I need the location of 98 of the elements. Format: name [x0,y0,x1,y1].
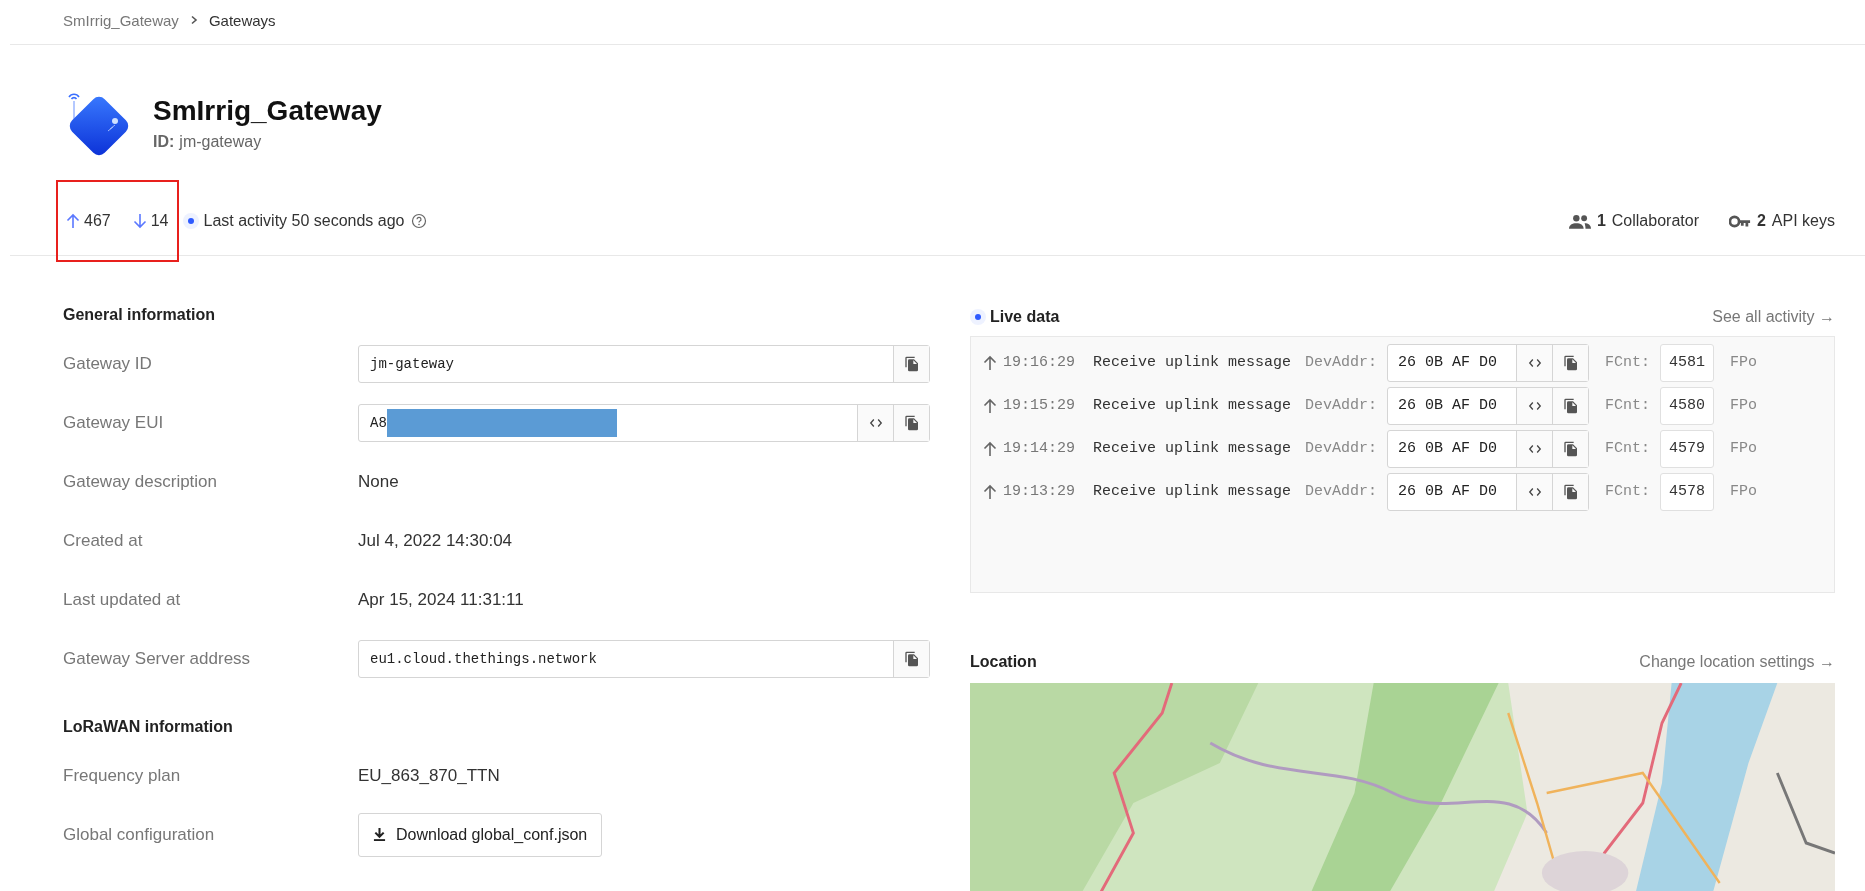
copy-button[interactable] [1552,473,1589,510]
field-label: Gateway Server address [63,648,252,669]
toggle-format-button[interactable] [1516,430,1553,467]
fport-label: FPo [1730,440,1758,457]
devaddr-label: DevAddr: [1305,354,1378,371]
field-value: jm-gateway [369,355,454,372]
see-all-activity-link[interactable]: See all activity → [1712,308,1835,326]
toggle-format-button[interactable] [1516,344,1553,381]
devaddr-field[interactable]: 26 0B AF D0 [1387,343,1590,382]
event-message: Receive uplink message [1093,483,1292,500]
section-heading: General information [63,306,217,324]
copyable-field[interactable]: eu1.cloud.thethings.network [358,639,930,678]
copy-button[interactable] [893,640,929,677]
section-heading: Live data [990,308,1060,326]
copy-icon [903,414,920,431]
api-keys-link[interactable]: 2 API keys [1728,212,1835,230]
arrow-up-icon [983,440,997,457]
event-time: 19:13:29 [1003,483,1075,500]
event-message: Receive uplink message [1093,354,1292,371]
devaddr-field[interactable]: 26 0B AF D0 [1387,429,1590,468]
copyable-field[interactable]: jm-gateway [358,344,930,383]
change-location-link[interactable]: Change location settings → [1639,653,1835,671]
devaddr-value: 26 0B AF D0 [1397,483,1499,500]
event-time: 19:15:29 [1003,397,1075,414]
field-label: Last updated at [63,589,182,610]
fcnt-label: FCnt: [1605,397,1651,414]
downlink-count: 14 [150,212,169,230]
field-label: Created at [63,530,144,551]
field-label: Gateway ID [63,353,153,374]
arrow-up-icon [983,397,997,414]
breadcrumb-link[interactable]: SmIrrig_Gateway [63,11,179,29]
devaddr-value: 26 0B AF D0 [1397,397,1499,414]
copy-button[interactable] [1552,344,1589,381]
copy-icon [1562,440,1579,457]
copy-button[interactable] [1552,430,1589,467]
copy-icon [903,650,920,667]
fcnt-label: FCnt: [1605,354,1651,371]
fcnt-value: 4579 [1660,429,1715,468]
event-message: Receive uplink message [1093,440,1292,457]
uplink-count: 467 [84,212,111,230]
field-label: Frequency plan [63,765,182,786]
key-icon [1728,214,1751,228]
toggle-format-button[interactable] [1516,387,1553,424]
download-button[interactable]: Download global_conf.json [358,812,603,857]
devaddr-value: 26 0B AF D0 [1397,440,1499,457]
section-heading: LoRaWAN information [63,718,234,736]
copy-button[interactable] [1552,387,1589,424]
devaddr-label: DevAddr: [1305,397,1378,414]
collaborators-link[interactable]: 1 Collaborator [1568,212,1699,230]
devaddr-field[interactable]: 26 0B AF D0 [1387,386,1590,425]
gateway-title: SmIrrig_Gateway [153,95,382,127]
event-time: 19:14:29 [1003,440,1075,457]
field-value: None [358,471,399,492]
field-value: A8 [369,414,387,431]
copyable-field[interactable]: A8 [358,403,930,442]
field-value: eu1.cloud.thethings.network [369,650,597,667]
devaddr-label: DevAddr: [1305,483,1378,500]
field-label: Gateway description [63,471,219,492]
fcnt-label: FCnt: [1605,440,1651,457]
arrow-up-icon [983,483,997,500]
fport-label: FPo [1730,397,1758,414]
people-icon [1568,213,1591,229]
copy-icon [1562,483,1579,500]
fcnt-value: 4580 [1660,386,1715,425]
fcnt-value: 4578 [1660,472,1715,511]
field-label: Gateway EUI [63,412,165,433]
event-message: Receive uplink message [1093,397,1292,414]
last-activity-text: Last activity 50 seconds ago [203,212,405,230]
gateway-id-text: jm-gateway [179,133,262,151]
copy-icon [1562,397,1579,414]
copy-icon [903,355,920,372]
copy-icon [1562,354,1579,371]
copy-button[interactable] [893,404,929,441]
toggle-format-button[interactable] [1516,473,1553,510]
copy-button[interactable] [893,345,929,382]
fcnt-label: FCnt: [1605,483,1651,500]
devaddr-field[interactable]: 26 0B AF D0 [1387,472,1590,511]
arrow-up-icon [983,354,997,371]
download-icon [373,827,386,842]
status-dot [187,218,194,224]
field-value: EU_863_870_TTN [358,765,500,786]
live-dot [975,314,981,320]
fport-label: FPo [1730,354,1758,371]
toggle-format-button[interactable] [857,404,893,441]
fport-label: FPo [1730,483,1758,500]
field-value: Jul 4, 2022 14:30:04 [358,530,513,551]
section-heading: Location [970,653,1037,671]
fcnt-value: 4581 [1660,343,1715,382]
field-label: Global configuration [63,824,216,845]
devaddr-value: 26 0B AF D0 [1397,354,1499,371]
event-time: 19:16:29 [1003,354,1075,371]
help-icon [410,213,427,229]
field-value: Apr 15, 2024 11:31:11 [358,589,524,610]
arrow-down-icon [132,213,147,229]
arrow-up-icon [66,213,80,229]
devaddr-label: DevAddr: [1305,440,1378,457]
id-label: ID: [153,133,175,151]
breadcrumb-link[interactable]: Gateways [208,11,276,29]
